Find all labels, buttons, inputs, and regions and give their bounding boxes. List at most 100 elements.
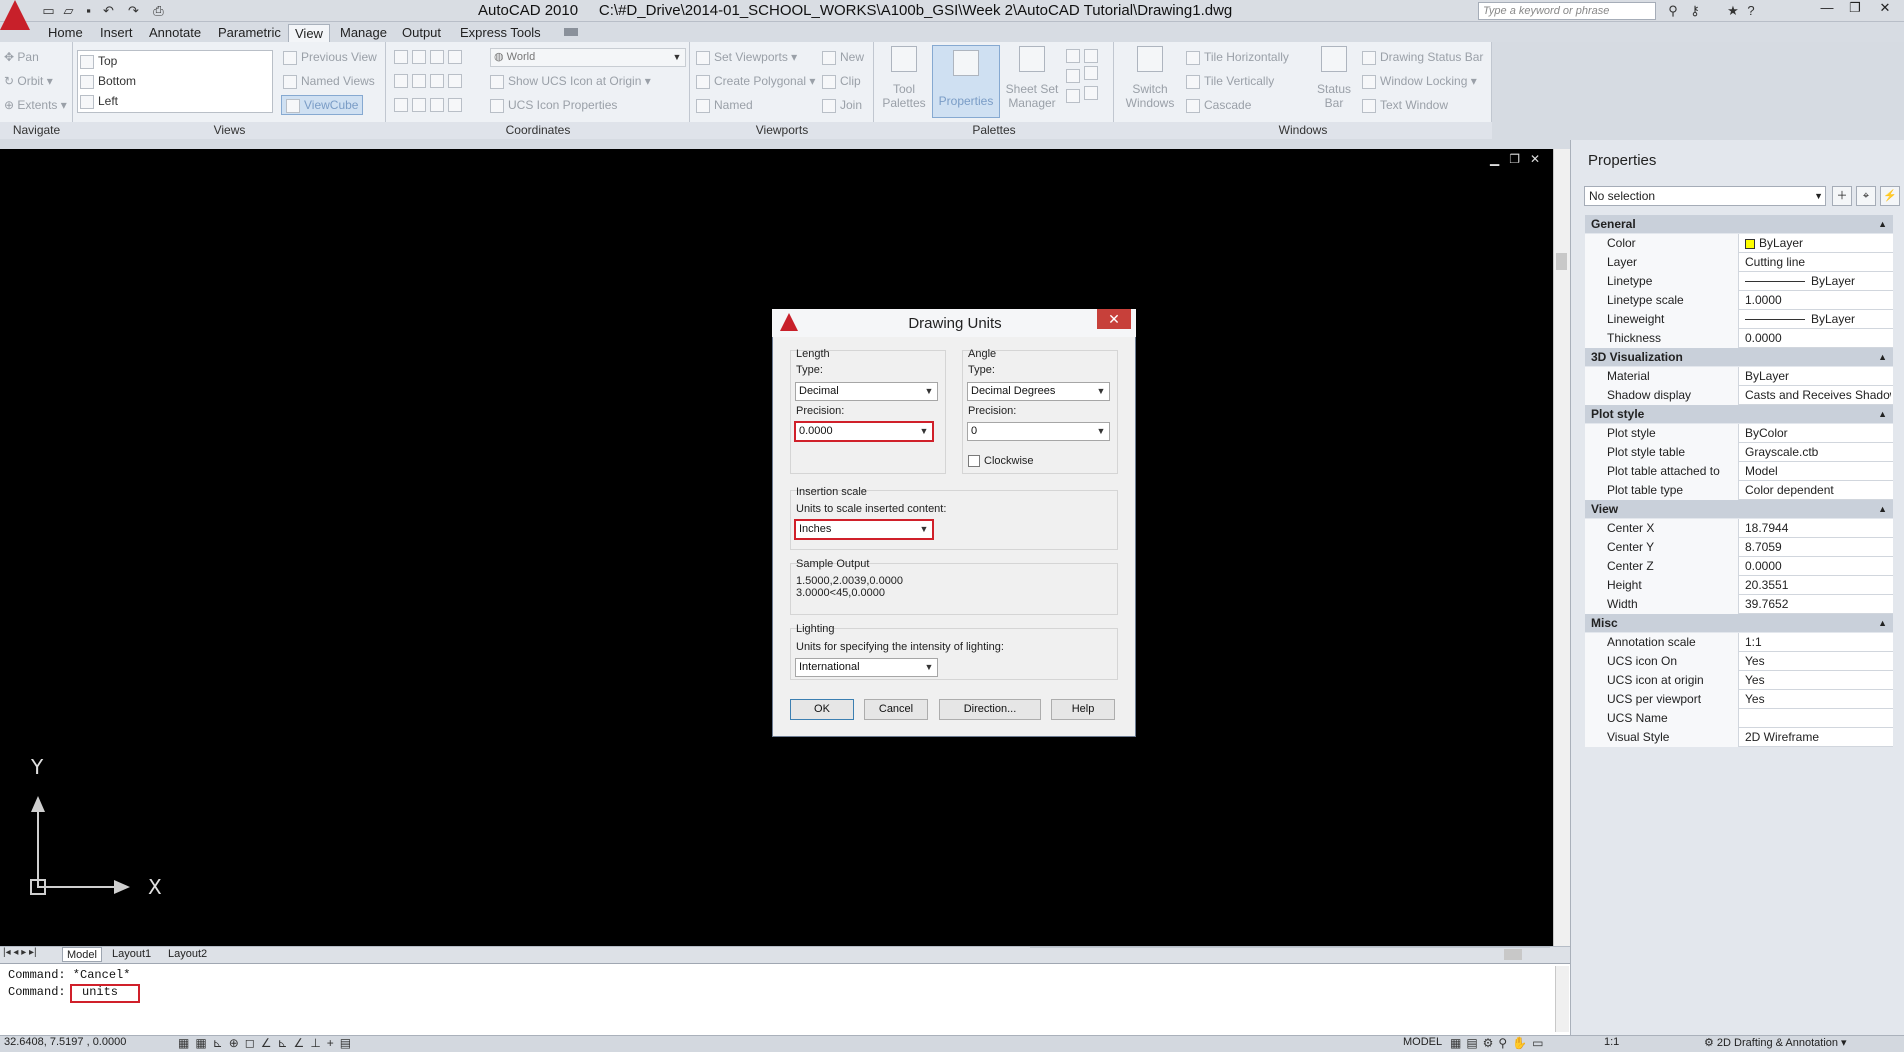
text-window-button[interactable]: Text Window	[1362, 95, 1448, 115]
ucs-dropdown[interactable]: ◍ World ▼	[490, 48, 686, 67]
restore-button[interactable]: ❐	[1840, 0, 1870, 18]
key-icon[interactable]: ⚷	[1686, 2, 1704, 20]
property-value[interactable]: 0.0000	[1741, 329, 1891, 348]
ok-button[interactable]: OK	[790, 699, 854, 720]
property-row[interactable]: Linetype ByLayer	[1585, 272, 1893, 291]
switch-windows-button[interactable]: Switch Windows	[1120, 46, 1180, 118]
length-type-select[interactable]: Decimal ▼	[795, 382, 938, 401]
property-value[interactable]: Cutting line	[1741, 253, 1891, 272]
properties-palette-button[interactable]: Properties	[932, 45, 1000, 118]
minimize-drawing-icon[interactable]: ▁	[1490, 152, 1499, 166]
property-value[interactable]: ByLayer	[1741, 234, 1891, 253]
property-value[interactable]: 39.7652	[1741, 595, 1891, 614]
property-value[interactable]: Grayscale.ctb	[1741, 443, 1891, 462]
status-bar-button[interactable]: Status Bar	[1310, 46, 1358, 118]
tab-manage[interactable]: Manage	[334, 24, 393, 42]
property-value[interactable]: Yes	[1741, 671, 1891, 690]
property-value[interactable]: Color dependent	[1741, 481, 1891, 500]
tile-horizontally-button[interactable]: Tile Horizontally	[1186, 47, 1289, 67]
tab-view[interactable]: View	[288, 24, 330, 42]
viewcube-toggle[interactable]: ViewCube	[281, 95, 364, 115]
coordinates-readout[interactable]: 32.6408, 7.5197 , 0.0000	[4, 1036, 126, 1048]
drafting-toggle-icons[interactable]: ▦▦⊾⊕◻∠⊾∠⊥+▤	[178, 1036, 357, 1050]
property-value[interactable]: Yes	[1741, 652, 1891, 671]
angle-type-select[interactable]: Decimal Degrees ▼	[967, 382, 1110, 401]
tool-palettes-button[interactable]: Tool Palettes	[880, 46, 928, 118]
help-button[interactable]: Help	[1051, 699, 1115, 720]
angle-precision-select[interactable]: 0 ▼	[967, 422, 1110, 441]
join-viewport-button[interactable]: Join	[822, 95, 862, 115]
property-value[interactable]: 1.0000	[1741, 291, 1891, 310]
command-line[interactable]	[0, 963, 1570, 1035]
tab-output[interactable]: Output	[396, 24, 447, 42]
tab-parametric[interactable]: Parametric	[212, 24, 287, 42]
property-row[interactable]: Linetype scale 1.0000	[1585, 291, 1893, 310]
property-row[interactable]: Shadow display Casts and Receives Shadows	[1585, 386, 1893, 405]
collapse-icon[interactable]: ▲	[1878, 348, 1887, 366]
clockwise-checkbox[interactable]	[968, 455, 980, 467]
property-section-header[interactable]: 3D Visualization ▲	[1585, 348, 1893, 366]
property-row[interactable]: Plot table attached to Model	[1585, 462, 1893, 481]
tab-home[interactable]: Home	[42, 24, 89, 42]
property-row[interactable]: Center Y 8.7059	[1585, 538, 1893, 557]
extents-button[interactable]: ⊕ Extents ▾	[4, 95, 67, 115]
model-toggle[interactable]: MODEL	[1403, 1036, 1442, 1048]
tab-layout1[interactable]: Layout1	[108, 947, 155, 962]
collapse-icon[interactable]: ▲	[1878, 614, 1887, 632]
star-icon[interactable]: ★	[1724, 2, 1742, 20]
select-objects-icon[interactable]: ⌖	[1856, 186, 1876, 206]
property-value[interactable]: 18.7944	[1741, 519, 1891, 538]
lighting-units-select[interactable]: International ▼	[795, 658, 938, 677]
property-row[interactable]: Plot style table Grayscale.ctb	[1585, 443, 1893, 462]
property-value[interactable]: Yes	[1741, 690, 1891, 709]
tab-insert[interactable]: Insert	[94, 24, 139, 42]
ucs-tool-icons-row2[interactable]	[394, 73, 466, 88]
property-value[interactable]: 20.3551	[1741, 576, 1891, 595]
undo-icon[interactable]: ↶	[100, 2, 117, 19]
annotation-scale[interactable]: 1:1	[1604, 1036, 1619, 1048]
property-value[interactable]: Casts and Receives Shadows	[1741, 386, 1891, 405]
tab-layout2[interactable]: Layout2	[164, 947, 211, 962]
cascade-button[interactable]: Cascade	[1186, 95, 1251, 115]
property-row[interactable]: Plot style ByColor	[1585, 424, 1893, 443]
insertion-units-select[interactable]: Inches ▼	[794, 519, 934, 540]
property-value[interactable]: ByLayer	[1741, 272, 1891, 291]
drawing-status-bar-button[interactable]: Drawing Status Bar	[1362, 47, 1483, 67]
named-views-button[interactable]: Named Views	[283, 71, 375, 91]
ucs-tool-icons[interactable]	[394, 49, 466, 64]
tab-model[interactable]: Model	[62, 947, 102, 962]
new-viewport-button[interactable]: New	[822, 47, 864, 67]
open-icon[interactable]: ▱	[60, 2, 77, 19]
property-row[interactable]: Lineweight ByLayer	[1585, 310, 1893, 329]
quick-select-icon[interactable]: ⚡	[1880, 186, 1900, 206]
redo-icon[interactable]: ↷	[125, 2, 142, 19]
tile-vertically-button[interactable]: Tile Vertically	[1186, 71, 1274, 91]
plot-icon[interactable]: ⎙	[150, 2, 167, 19]
property-row[interactable]: Color ByLayer	[1585, 234, 1893, 253]
length-precision-select[interactable]: 0.0000 ▼	[794, 421, 934, 442]
property-row[interactable]: Plot table type Color dependent	[1585, 481, 1893, 500]
dialog-close-button[interactable]: ✕	[1097, 309, 1131, 329]
tab-express-tools[interactable]: Express Tools	[454, 24, 547, 42]
vertical-scroll-thumb[interactable]	[1556, 253, 1567, 270]
named-viewports-button[interactable]: Named	[696, 95, 753, 115]
sheet-set-manager-button[interactable]: Sheet Set Manager	[1004, 46, 1060, 118]
view-top[interactable]: Top	[80, 52, 117, 70]
collapse-icon[interactable]: ▲	[1878, 405, 1887, 423]
ucs-tool-icons-row3[interactable]	[394, 97, 466, 112]
property-row[interactable]: UCS icon On Yes	[1585, 652, 1893, 671]
property-value[interactable]: ByLayer	[1741, 367, 1891, 386]
horizontal-scroll-thumb[interactable]	[1504, 949, 1522, 960]
selection-dropdown[interactable]: No selection ▼	[1584, 186, 1826, 206]
window-locking-button[interactable]: Window Locking ▾	[1362, 71, 1477, 91]
save-icon[interactable]: ▪	[80, 2, 97, 19]
close-button[interactable]: ✕	[1870, 0, 1900, 18]
property-section-header[interactable]: View ▲	[1585, 500, 1893, 518]
previous-view-button[interactable]: Previous View	[283, 47, 377, 67]
collapse-icon[interactable]: ▲	[1878, 215, 1887, 233]
new-icon[interactable]: ▭	[40, 2, 57, 19]
search-input[interactable]: Type a keyword or phrase	[1478, 2, 1656, 20]
toggle-pickadd-icon[interactable]: ＋	[1832, 186, 1852, 206]
property-row[interactable]: UCS Name	[1585, 709, 1893, 728]
property-value[interactable]	[1741, 709, 1891, 728]
